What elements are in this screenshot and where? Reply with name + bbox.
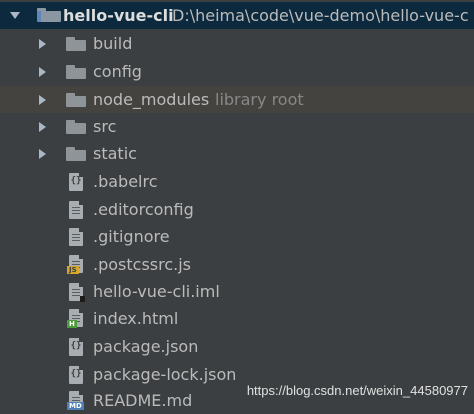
tree-row-static[interactable]: static bbox=[0, 140, 474, 167]
folder-icon bbox=[66, 147, 86, 161]
tree-item-label: package-lock.json bbox=[93, 365, 237, 384]
text-file-icon bbox=[69, 201, 83, 219]
chevron-right-icon[interactable] bbox=[39, 149, 46, 159]
md-badge: MD bbox=[67, 402, 84, 410]
tree-item-label: .gitignore bbox=[93, 227, 170, 246]
folder-icon bbox=[66, 120, 86, 134]
library-root-hint: library root bbox=[215, 90, 304, 109]
tree-item-label: .postcssrc.js bbox=[93, 255, 191, 274]
tree-row-postcssrc[interactable]: JS .postcssrc.js bbox=[0, 251, 474, 278]
chevron-down-icon[interactable] bbox=[10, 12, 20, 19]
chevron-right-icon[interactable] bbox=[39, 122, 46, 132]
html-badge: H bbox=[67, 320, 77, 328]
tree-row-editorconfig[interactable]: .editorconfig bbox=[0, 196, 474, 223]
tree-row-node-modules[interactable]: node_modules library root bbox=[0, 86, 474, 113]
tree-item-label: .editorconfig bbox=[93, 200, 194, 219]
tree-row-gitignore[interactable]: .gitignore bbox=[0, 223, 474, 250]
tree-item-label: index.html bbox=[93, 309, 179, 328]
iml-file-icon bbox=[69, 283, 85, 302]
js-file-icon: JS bbox=[67, 255, 83, 274]
project-path: D:\heima\code\vue-demo\hello-vue-c bbox=[172, 6, 469, 25]
tree-item-label: static bbox=[93, 144, 137, 163]
json-file-icon: {} bbox=[69, 338, 83, 356]
watermark-text: https://blog.csdn.net/weixin_44580977 bbox=[246, 383, 468, 398]
html-file-icon: H bbox=[67, 309, 83, 328]
tree-item-label: hello-vue-cli.iml bbox=[93, 282, 220, 301]
project-name: hello-vue-cli bbox=[63, 6, 174, 25]
folder-icon bbox=[66, 37, 86, 51]
project-tree: hello-vue-cli D:\heima\code\vue-demo\hel… bbox=[0, 0, 474, 412]
tree-item-label: package.json bbox=[93, 337, 199, 356]
chevron-right-icon[interactable] bbox=[39, 67, 46, 77]
tree-item-label: README.md bbox=[93, 391, 193, 410]
tree-item-label: build bbox=[93, 34, 133, 53]
tree-row-project-root[interactable]: hello-vue-cli D:\heima\code\vue-demo\hel… bbox=[0, 2, 474, 29]
folder-icon bbox=[66, 93, 86, 107]
tree-row-src[interactable]: src bbox=[0, 113, 474, 140]
tree-row-babelrc[interactable]: {} .babelrc bbox=[0, 168, 474, 195]
text-file-icon bbox=[69, 228, 83, 246]
tree-row-build[interactable]: build bbox=[0, 30, 474, 57]
tree-row-iml[interactable]: hello-vue-cli.iml bbox=[0, 278, 474, 305]
tree-item-label: config bbox=[93, 62, 142, 81]
json-file-icon: {} bbox=[69, 366, 83, 384]
tree-item-label: src bbox=[93, 117, 117, 136]
js-badge: JS bbox=[67, 266, 79, 274]
markdown-file-icon: MD bbox=[67, 391, 84, 410]
tree-item-label: .babelrc bbox=[93, 172, 158, 191]
chevron-right-icon[interactable] bbox=[39, 39, 46, 49]
tree-row-config[interactable]: config bbox=[0, 58, 474, 85]
tree-row-package-json[interactable]: {} package.json bbox=[0, 333, 474, 360]
folder-icon bbox=[66, 65, 86, 79]
tree-item-label: node_modules bbox=[93, 90, 210, 109]
tree-row-index-html[interactable]: H index.html bbox=[0, 305, 474, 332]
config-file-icon: {} bbox=[69, 173, 83, 191]
chevron-right-icon[interactable] bbox=[39, 95, 46, 105]
project-folder-icon bbox=[37, 8, 61, 22]
